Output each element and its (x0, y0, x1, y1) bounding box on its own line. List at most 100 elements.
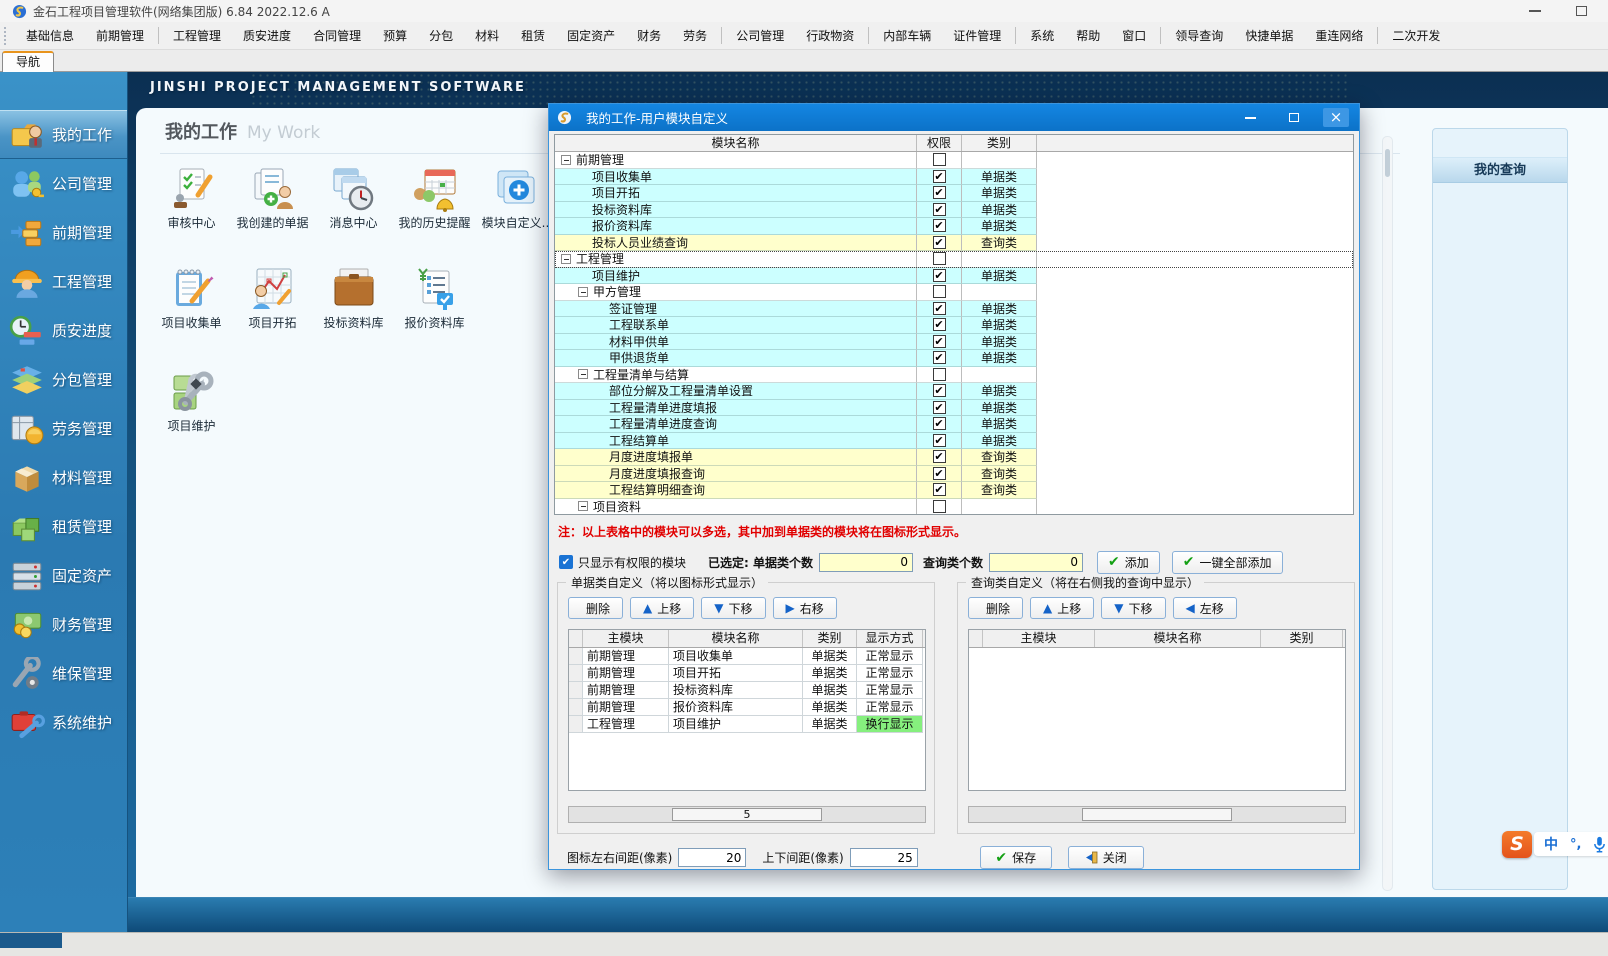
dialog-close-icon[interactable]: × (1323, 108, 1349, 127)
permission-checkbox[interactable]: ✔ (933, 236, 946, 249)
sidebar-item-劳务管理[interactable]: 劳务管理 (0, 404, 127, 453)
tree-row-签证管理[interactable]: 签证管理✔单据类 (555, 301, 1353, 318)
permission-checkbox[interactable]: ✔ (933, 302, 946, 315)
collapse-icon[interactable] (578, 369, 588, 379)
scrollbar-thumb[interactable] (1385, 149, 1390, 177)
close-button[interactable]: 关闭 (1068, 846, 1144, 869)
permission-checkbox[interactable]: ✔ (933, 384, 946, 397)
menu-item-基础信息[interactable]: 基础信息 (15, 25, 85, 47)
maximize-button[interactable] (1564, 2, 1598, 20)
tree-row-工程量清单进度查询[interactable]: 工程量清单进度查询✔单据类 (555, 416, 1353, 433)
tree-row-月度进度填报单[interactable]: 月度进度填报单✔查询类 (555, 449, 1353, 466)
sidebar-item-租赁管理[interactable]: 租赁管理 (0, 502, 127, 551)
tree-row-工程结算明细查询[interactable]: 工程结算明细查询✔查询类 (555, 482, 1353, 499)
sidebar-item-分包管理[interactable]: 分包管理 (0, 355, 127, 404)
menu-item-预算[interactable]: 预算 (372, 25, 418, 47)
workspace-shortcut-消息中心[interactable]: 消息中心 (313, 165, 394, 230)
permission-checkbox[interactable] (933, 500, 946, 513)
menu-item-帮助[interactable]: 帮助 (1065, 25, 1111, 47)
下移-button[interactable]: ▼下移 (701, 597, 765, 619)
permission-checkbox[interactable]: ✔ (933, 450, 946, 463)
左移-button[interactable]: ◀左移 (1173, 597, 1237, 619)
tree-row-项目维护[interactable]: 项目维护✔单据类 (555, 268, 1353, 285)
workspace-scrollbar[interactable] (1382, 136, 1393, 891)
tree-row-项目收集单[interactable]: 项目收集单✔单据类 (555, 169, 1353, 186)
add-all-button[interactable]: ✔一键全部添加 (1172, 551, 1283, 574)
doc-table-row[interactable]: 工程管理项目维护单据类换行显示 (569, 716, 925, 733)
tree-row-月度进度填报查询[interactable]: 月度进度填报查询✔查询类 (555, 466, 1353, 483)
menu-item-固定资产[interactable]: 固定资产 (556, 25, 626, 47)
workspace-shortcut-项目维护[interactable]: 项目维护 (151, 368, 232, 433)
doc-table-row[interactable]: 前期管理项目收集单单据类正常显示 (569, 648, 925, 665)
permission-checkbox[interactable]: ✔ (933, 401, 946, 414)
tree-row-甲方管理[interactable]: 甲方管理 (555, 284, 1353, 301)
workspace-shortcut-项目开拓[interactable]: 项目开拓 (232, 265, 313, 330)
permission-checkbox[interactable]: ✔ (933, 203, 946, 216)
permission-checkbox[interactable] (933, 368, 946, 381)
menu-item-领导查询[interactable]: 领导查询 (1164, 25, 1234, 47)
menu-item-二次开发[interactable]: 二次开发 (1381, 25, 1451, 47)
permission-checkbox[interactable]: ✔ (933, 483, 946, 496)
menu-item-前期管理[interactable]: 前期管理 (85, 25, 155, 47)
workspace-shortcut-我创建的单据[interactable]: 我创建的单据 (232, 165, 313, 230)
workspace-shortcut-我的历史提醒[interactable]: 我的历史提醒 (394, 165, 475, 230)
tree-row-前期管理[interactable]: 前期管理 (555, 152, 1353, 169)
workspace-shortcut-投标资料库[interactable]: 投标资料库 (313, 265, 394, 330)
tree-row-工程量清单进度填报[interactable]: 工程量清单进度填报✔单据类 (555, 400, 1353, 417)
permission-checkbox[interactable]: ✔ (933, 170, 946, 183)
tree-row-投标人员业绩查询[interactable]: 投标人员业绩查询✔查询类 (555, 235, 1353, 252)
only-permission-checkbox[interactable]: ✔ (559, 555, 573, 569)
save-button[interactable]: ✔保存 (980, 846, 1052, 869)
permission-checkbox[interactable]: ✔ (933, 219, 946, 232)
permission-checkbox[interactable]: ✔ (933, 434, 946, 447)
collapse-icon[interactable] (578, 501, 588, 511)
collapse-icon[interactable] (578, 287, 588, 297)
tree-row-投标资料库[interactable]: 投标资料库✔单据类 (555, 202, 1353, 219)
minimize-button[interactable] (1518, 2, 1552, 20)
menu-item-质安进度[interactable]: 质安进度 (232, 25, 302, 47)
tree-row-项目开拓[interactable]: 项目开拓✔单据类 (555, 185, 1353, 202)
permission-checkbox[interactable] (933, 153, 946, 166)
workspace-shortcut-项目收集单[interactable]: 项目收集单 (151, 265, 232, 330)
query-table-footer[interactable] (968, 806, 1346, 823)
menu-item-证件管理[interactable]: 证件管理 (942, 25, 1012, 47)
doc-table-row[interactable]: 前期管理投标资料库单据类正常显示 (569, 682, 925, 699)
menu-item-租赁[interactable]: 租赁 (510, 25, 556, 47)
menu-item-内部车辆[interactable]: 内部车辆 (872, 25, 942, 47)
v-spacing-field[interactable] (850, 848, 918, 867)
下移-button[interactable]: ▼下移 (1101, 597, 1165, 619)
sidebar-item-公司管理[interactable]: 公司管理 (0, 159, 127, 208)
menu-item-快捷单据[interactable]: 快捷单据 (1234, 25, 1304, 47)
permission-checkbox[interactable]: ✔ (933, 351, 946, 364)
tree-row-材料甲供单[interactable]: 材料甲供单✔单据类 (555, 334, 1353, 351)
sidebar-item-维保管理[interactable]: 维保管理 (0, 649, 127, 698)
permission-checkbox[interactable] (933, 252, 946, 265)
删除-button[interactable]: 删除 (568, 597, 623, 619)
workspace-shortcut-模块自定义..[interactable]: 模块自定义.. (475, 165, 556, 230)
workspace-shortcut-审核中心[interactable]: 审核中心 (151, 165, 232, 230)
doc-table-row[interactable]: 前期管理项目开拓单据类正常显示 (569, 665, 925, 682)
menu-item-系统[interactable]: 系统 (1019, 25, 1065, 47)
workspace-shortcut-报价资料库[interactable]: 报价资料库 (394, 265, 475, 330)
sidebar-item-前期管理[interactable]: 前期管理 (0, 208, 127, 257)
query-count-field[interactable] (989, 553, 1083, 572)
permission-checkbox[interactable]: ✔ (933, 417, 946, 430)
dialog-maximize-button[interactable] (1281, 108, 1307, 127)
ime-mode-toggle[interactable]: 中 (1544, 834, 1558, 854)
sidebar-item-质安进度[interactable]: 质安进度 (0, 306, 127, 355)
右移-button[interactable]: ▶右移 (773, 597, 837, 619)
sidebar-item-财务管理[interactable]: 财务管理 (0, 600, 127, 649)
上移-button[interactable]: ▲上移 (630, 597, 694, 619)
doc-count-field[interactable] (819, 553, 913, 572)
permission-checkbox[interactable] (933, 285, 946, 298)
permission-checkbox[interactable]: ✔ (933, 467, 946, 480)
menu-item-工程管理[interactable]: 工程管理 (162, 25, 232, 47)
add-button[interactable]: ✔添加 (1097, 551, 1160, 574)
menu-item-分包[interactable]: 分包 (418, 25, 464, 47)
tree-row-工程管理[interactable]: 工程管理 (555, 251, 1353, 268)
menu-item-行政物资[interactable]: 行政物资 (795, 25, 865, 47)
sidebar-item-工程管理[interactable]: 工程管理 (0, 257, 127, 306)
menu-item-劳务[interactable]: 劳务 (672, 25, 718, 47)
permission-checkbox[interactable]: ✔ (933, 335, 946, 348)
menu-item-重连网络[interactable]: 重连网络 (1304, 25, 1374, 47)
